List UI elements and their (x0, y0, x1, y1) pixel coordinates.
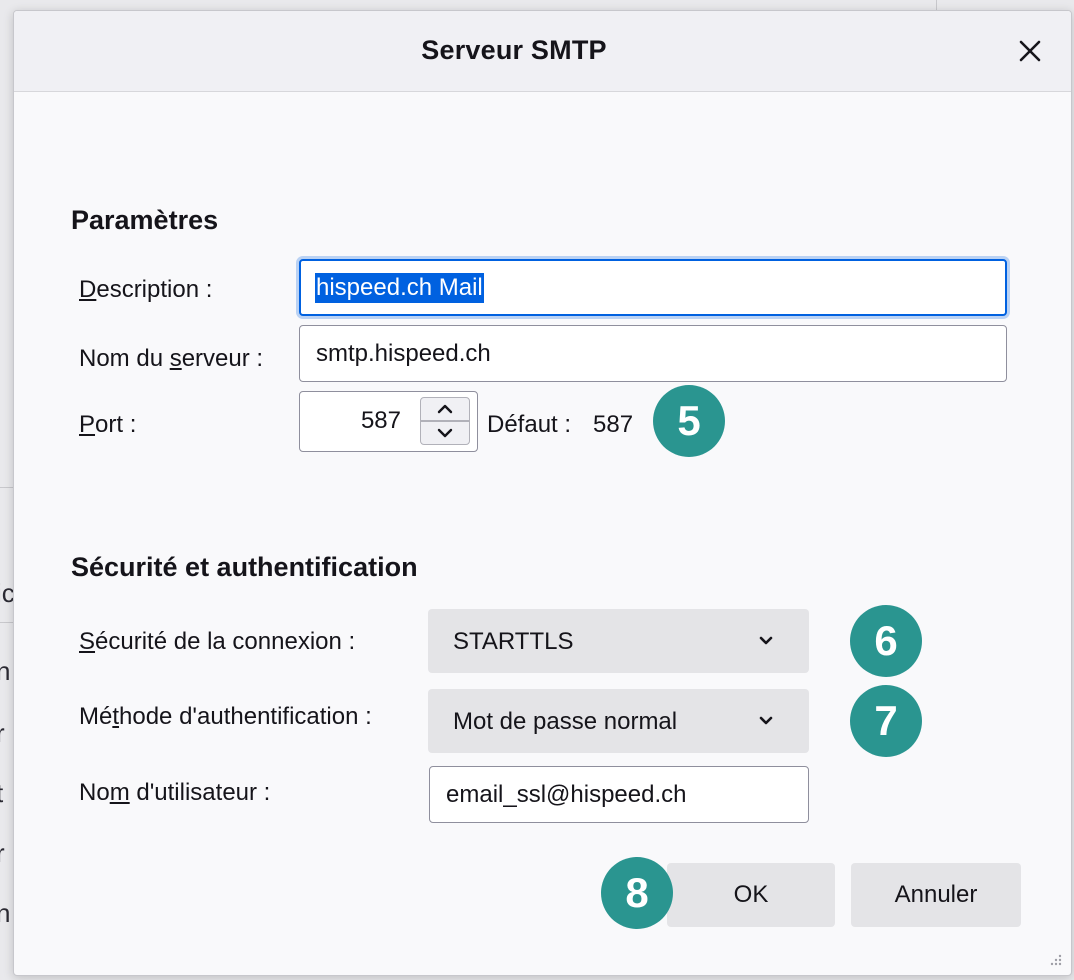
background-text: r (0, 838, 5, 868)
server-name-value: smtp.hispeed.ch (316, 339, 491, 367)
port-increment-button[interactable] (420, 397, 470, 421)
background-text: n (0, 656, 11, 686)
background-divider (0, 622, 13, 623)
description-label: Description : (79, 276, 213, 303)
port-label: Port : (79, 411, 137, 438)
ok-button[interactable]: OK (667, 863, 835, 927)
resize-grip-icon[interactable] (1047, 951, 1063, 967)
accesskey-underline: S (79, 628, 96, 655)
port-value: 587 (360, 407, 401, 434)
accesskey-underline: D (79, 276, 97, 303)
parameters-heading: Paramètres (71, 205, 219, 235)
accesskey-underline: s (169, 345, 182, 372)
accesskey-underline: m (109, 779, 130, 806)
background-text: t (0, 778, 3, 809)
background-text: r (0, 718, 5, 748)
background-text: n (0, 898, 11, 928)
background-divider (936, 0, 937, 10)
port-default-label: Défaut : (487, 411, 572, 438)
accesskey-underline: P (79, 411, 96, 438)
port-decrement-button[interactable] (420, 421, 470, 445)
port-stepper[interactable]: 587 (299, 391, 478, 452)
security-heading: Sécurité et authentification (71, 552, 418, 582)
chevron-up-icon (437, 404, 453, 414)
port-default-value: 587 (593, 411, 634, 438)
auth-method-select[interactable]: Mot de passe normal (428, 689, 809, 753)
server-name-label: Nom du serveur : (79, 345, 264, 372)
auth-method-value: Mot de passe normal (453, 708, 678, 735)
username-label: Nom d'utilisateur : (79, 779, 271, 806)
step-badge-5: 5 (653, 385, 725, 457)
step-badge-7: 7 (850, 685, 922, 757)
chevron-down-icon (759, 716, 773, 725)
chevron-down-icon (759, 636, 773, 645)
auth-method-label: Méthode d'authentification : (79, 703, 372, 730)
step-badge-6: 6 (850, 605, 922, 677)
server-name-input[interactable]: smtp.hispeed.ch (299, 325, 1007, 382)
cancel-button[interactable]: Annuler (851, 863, 1021, 927)
background-divider (0, 487, 13, 488)
close-button[interactable] (1010, 31, 1050, 71)
dialog-title: Serveur SMTP (421, 35, 607, 65)
connection-security-label: Sécurité de la connexion : (79, 628, 356, 655)
close-icon (1019, 40, 1041, 62)
connection-security-value: STARTTLS (453, 628, 574, 655)
dialog-titlebar: Serveur SMTP (14, 11, 1071, 92)
chevron-down-icon (437, 428, 453, 438)
description-input[interactable]: hispeed.ch Mail (299, 259, 1007, 316)
description-value: hispeed.ch Mail (315, 272, 484, 303)
smtp-server-dialog: Serveur SMTP Paramètres Description : hi… (13, 10, 1072, 976)
username-input[interactable]: email_ssl@hispeed.ch (429, 766, 809, 823)
username-value: email_ssl@hispeed.ch (446, 780, 687, 808)
connection-security-select[interactable]: STARTTLS (428, 609, 809, 673)
accesskey-underline: t (112, 703, 120, 730)
step-badge-8: 8 (601, 857, 673, 929)
